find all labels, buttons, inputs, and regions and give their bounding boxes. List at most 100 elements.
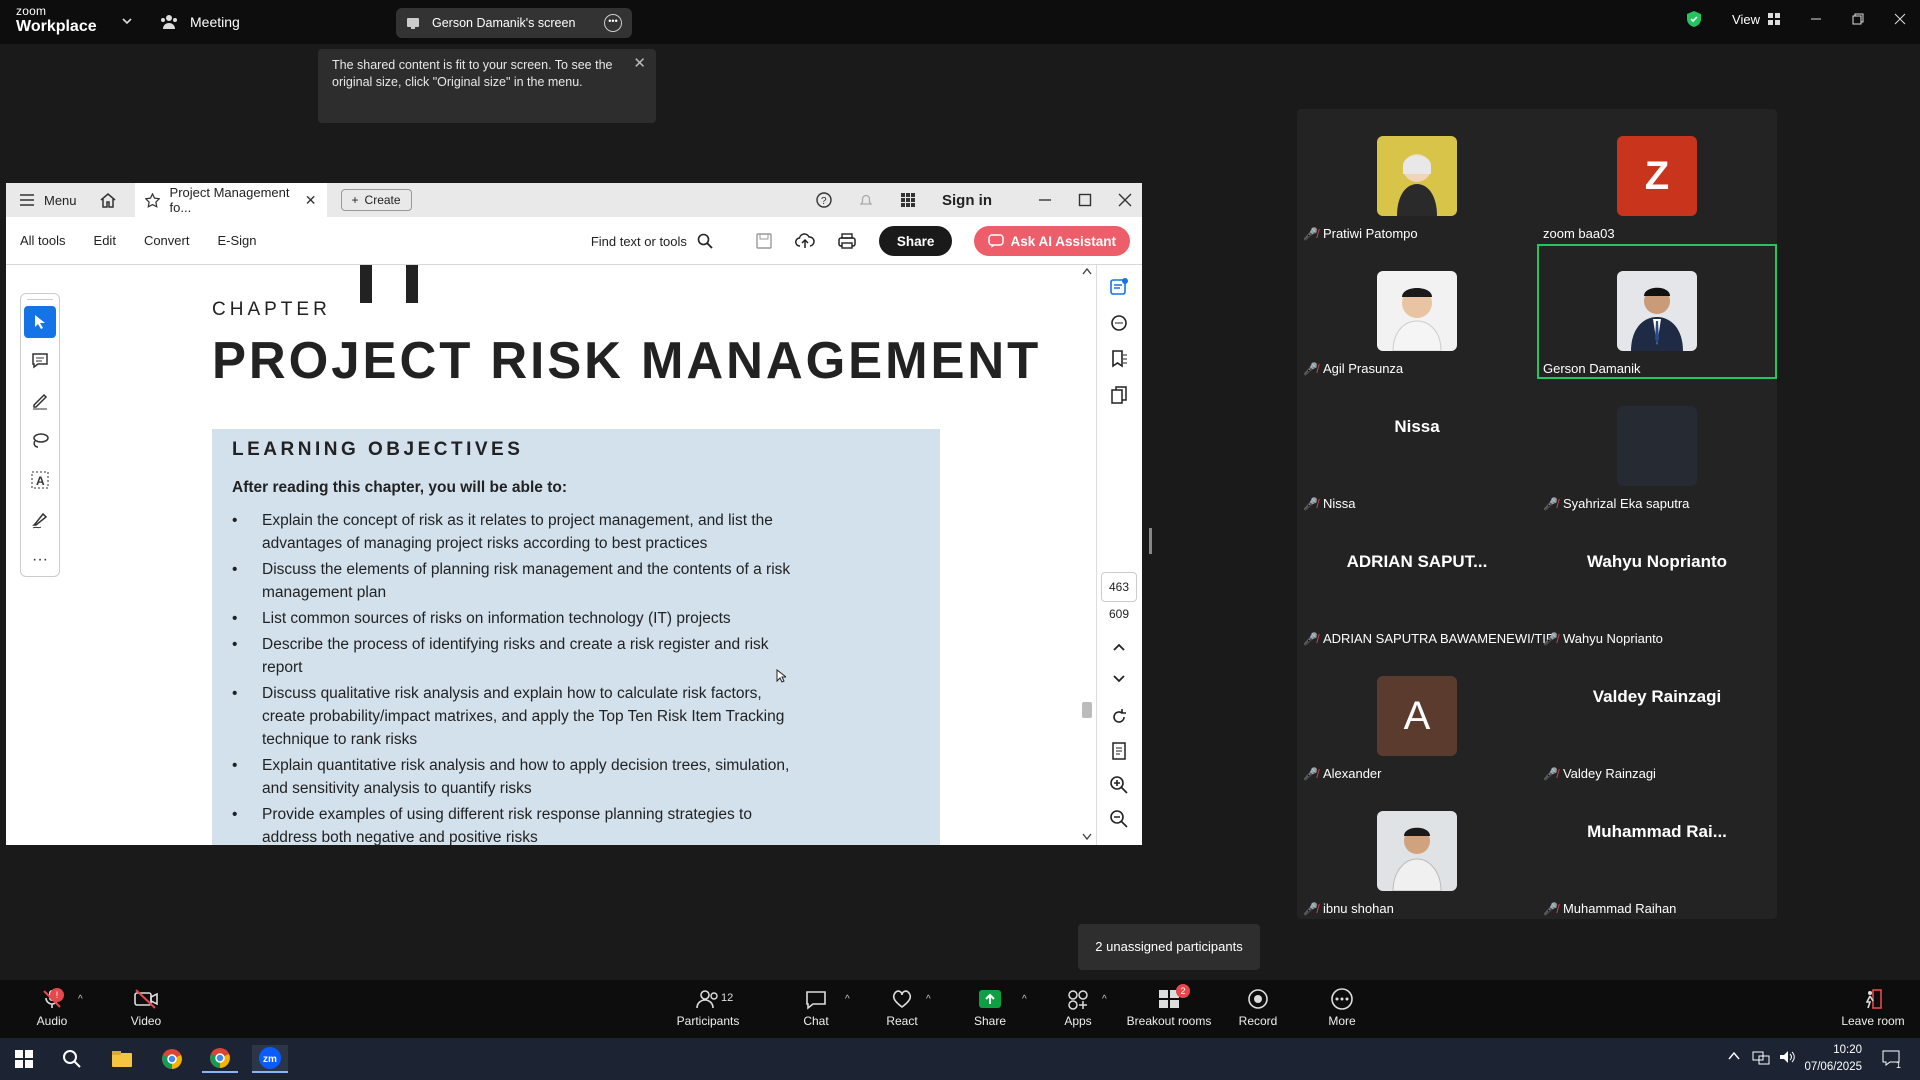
minimize-icon[interactable] — [1038, 193, 1052, 207]
esign-menu[interactable]: E-Sign — [217, 233, 256, 248]
participant-tile[interactable]: Nissa 🎤̸ Nissa — [1297, 379, 1537, 514]
ai-summary-icon[interactable] — [1109, 277, 1129, 297]
rotate-icon[interactable] — [1109, 707, 1129, 727]
network-icon[interactable] — [1752, 1049, 1770, 1065]
participant-tile-active-speaker[interactable]: Gerson Damanik — [1537, 244, 1777, 379]
participants-options-caret-icon[interactable]: ^ — [845, 994, 850, 1005]
participant-tile[interactable]: 🎤̸ Syahrizal Eka saputra — [1537, 379, 1777, 514]
current-page-input[interactable]: 463 — [1101, 572, 1137, 602]
scroll-up-icon[interactable] — [1082, 267, 1092, 275]
create-button[interactable]: + Create — [340, 189, 412, 211]
participant-tile[interactable]: 🎤̸ ibnu shohan — [1297, 784, 1537, 919]
participant-tile[interactable]: Wahyu Noprianto 🎤̸ Wahyu Noprianto — [1537, 514, 1777, 649]
close-icon[interactable] — [1118, 193, 1132, 207]
video-button[interactable]: Video — [124, 988, 168, 1028]
all-tools-menu[interactable]: All tools — [20, 233, 66, 248]
participant-tile[interactable]: Valdey Rainzagi 🎤̸ Valdey Rainzagi — [1537, 649, 1777, 784]
participant-tile[interactable]: 🎤̸ Agil Prasunza — [1297, 244, 1537, 379]
help-icon[interactable]: ? — [816, 192, 832, 208]
cloud-upload-icon[interactable] — [794, 232, 815, 250]
save-icon[interactable] — [755, 232, 773, 250]
more-button[interactable]: More — [1322, 988, 1362, 1028]
scroll-down-icon[interactable] — [1082, 833, 1092, 841]
ai-assistant-button[interactable]: Ask AI Assistant — [974, 226, 1130, 256]
participant-tile[interactable]: Z zoom baa03 — [1537, 109, 1777, 244]
share-screen-button[interactable]: Share — [970, 988, 1010, 1028]
more-tools[interactable]: ··· — [21, 540, 59, 580]
share-options-caret-icon[interactable]: ^ — [1022, 994, 1027, 1005]
participants-button[interactable]: Participants — [668, 988, 748, 1028]
participant-tile[interactable]: 🎤̸ Pratiwi Patompo — [1297, 109, 1537, 244]
page-display-icon[interactable] — [1109, 741, 1129, 761]
share-button[interactable]: Share — [878, 226, 953, 256]
scrollbar-thumb[interactable] — [1082, 702, 1092, 718]
cursor-arrow-icon — [33, 314, 47, 330]
participants-icon — [668, 988, 748, 1010]
comment-tool[interactable] — [21, 340, 59, 380]
more-horizontal-icon — [1322, 988, 1362, 1010]
breakout-rooms-button[interactable]: Breakout rooms — [1124, 988, 1214, 1028]
apps-options-caret-icon[interactable]: ^ — [1102, 994, 1107, 1005]
close-tab-icon[interactable]: ✕ — [305, 192, 317, 209]
apps-button[interactable]: Apps — [1060, 988, 1096, 1028]
highlight-tool[interactable] — [21, 380, 59, 420]
record-button[interactable]: Record — [1236, 988, 1280, 1028]
react-options-caret-icon[interactable]: ^ — [926, 994, 931, 1005]
audio-options-caret-icon[interactable]: ^ — [78, 994, 83, 1005]
home-icon[interactable] — [99, 192, 117, 208]
document-page[interactable]: CHAPTER 11 PROJECT RISK MANAGEMENT LEARN… — [70, 265, 1080, 845]
participant-tile[interactable]: Muhammad Rai... 🎤̸ Muhammad Raihan — [1537, 784, 1777, 919]
leave-room-button[interactable]: Leave room — [1838, 988, 1908, 1028]
volume-icon[interactable] — [1778, 1049, 1796, 1065]
minimize-icon[interactable] — [1810, 13, 1822, 25]
close-icon[interactable] — [1894, 13, 1906, 25]
star-icon[interactable] — [144, 192, 160, 208]
previous-page-icon[interactable] — [1109, 637, 1129, 657]
tray-chevron-icon[interactable] — [1728, 1051, 1740, 1061]
participant-tile[interactable]: A 🎤̸ Alexander — [1297, 649, 1537, 784]
print-icon[interactable] — [837, 232, 857, 250]
pages-icon[interactable] — [1109, 385, 1129, 405]
bookmarks-icon[interactable] — [1109, 349, 1129, 369]
more-options-icon[interactable]: ••• — [604, 14, 622, 32]
panel-resize-handle[interactable] — [1149, 528, 1152, 554]
bell-icon[interactable] — [858, 192, 874, 208]
participant-name: Muhammad Raihan — [1562, 901, 1677, 916]
clock-date: 07/06/2025 — [1804, 1061, 1862, 1073]
restore-icon[interactable] — [1852, 13, 1864, 25]
zoom-out-icon[interactable] — [1109, 809, 1129, 829]
acrobat-menu-button[interactable]: Menu — [6, 193, 77, 208]
chevron-down-icon[interactable] — [120, 14, 134, 28]
search-icon[interactable] — [54, 1045, 90, 1073]
chat-button[interactable]: Chat — [796, 988, 836, 1028]
sign-in-link[interactable]: Sign in — [942, 192, 992, 209]
view-button[interactable]: View — [1732, 12, 1780, 27]
select-tool[interactable] — [24, 306, 56, 338]
next-page-icon[interactable] — [1109, 669, 1129, 689]
participant-tile[interactable]: ADRIAN SAPUT... 🎤̸ ADRIAN SAPUTRA BAWAMEN… — [1297, 514, 1554, 649]
maximize-icon[interactable] — [1078, 193, 1092, 207]
chrome-profile-icon[interactable] — [202, 1045, 238, 1073]
file-explorer-icon[interactable] — [104, 1045, 140, 1073]
comments-panel-icon[interactable] — [1109, 313, 1129, 333]
chrome-icon[interactable] — [154, 1045, 190, 1073]
find-tools-search[interactable]: Find text or tools — [591, 233, 713, 249]
participants-count: 12 — [721, 992, 734, 1004]
react-button[interactable]: React — [882, 988, 922, 1028]
document-tab[interactable]: Project Management fo... ✕ — [134, 183, 327, 217]
draw-tool[interactable] — [21, 420, 59, 460]
zoom-app-icon[interactable]: zm — [252, 1045, 288, 1073]
zoom-in-icon[interactable] — [1109, 775, 1129, 795]
clock[interactable]: 10:20 07/06/2025 — [1804, 1042, 1862, 1076]
shared-screen-pill[interactable]: Gerson Damanik's screen ••• — [396, 8, 632, 38]
convert-menu[interactable]: Convert — [144, 233, 190, 248]
vertical-scrollbar[interactable] — [1080, 265, 1094, 845]
windows-start-icon[interactable] — [6, 1045, 42, 1073]
edit-menu[interactable]: Edit — [94, 233, 116, 248]
close-icon[interactable]: ✕ — [633, 55, 646, 72]
meeting-menu[interactable]: Meeting — [160, 14, 240, 30]
sign-tool[interactable] — [21, 500, 59, 540]
text-box-tool[interactable]: A — [21, 460, 59, 500]
apps-grid-icon[interactable] — [900, 192, 916, 208]
participant-avatar: A — [1377, 676, 1457, 756]
